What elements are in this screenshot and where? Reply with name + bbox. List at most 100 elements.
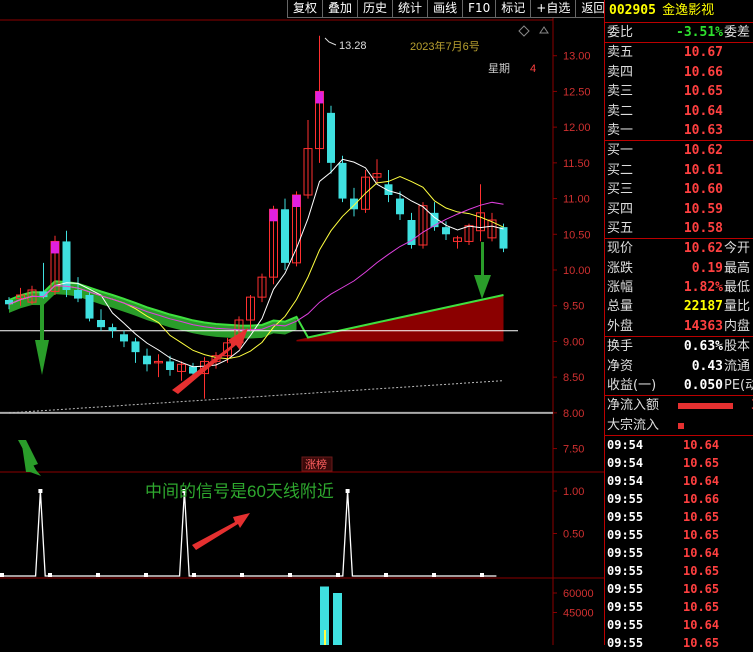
- tick-time: 09:55: [607, 600, 644, 615]
- volume-axis: 60000 45000: [553, 588, 594, 620]
- volume-tick-label: 60000: [563, 588, 594, 600]
- tick-time: 09:54: [607, 438, 644, 453]
- tick-time: 09:55: [607, 492, 644, 507]
- toolbar-button-stats[interactable]: 统计: [392, 0, 428, 18]
- bid-price: 10.58: [683, 220, 723, 236]
- bigorder-row: 大宗流入: [605, 416, 753, 435]
- signal-base-marker: [432, 573, 436, 577]
- price-tick-label: 7.50: [563, 444, 584, 456]
- tick-price: 10.65: [683, 528, 720, 543]
- stat-value: 14363: [683, 318, 723, 334]
- signal-line: [2, 490, 497, 577]
- tick-time: 09:55: [607, 618, 644, 633]
- stat-label: 总量: [607, 299, 634, 315]
- tick-time: 09:55: [607, 636, 644, 651]
- weibi-value: -3.51%: [676, 25, 723, 40]
- flow-label: 净流入额: [607, 398, 660, 414]
- ask-row: 卖五 10.67: [605, 43, 753, 62]
- signal-base-marker: [144, 573, 148, 577]
- stat-label: 涨跌: [607, 260, 634, 276]
- stat-value: 0.19: [691, 260, 723, 276]
- red-arrow-signal: [192, 513, 250, 550]
- high-marker-icon: [324, 37, 337, 46]
- ask-price: 10.63: [683, 122, 723, 138]
- price-tick-label: 10.00: [563, 265, 591, 277]
- ask-label: 卖三: [607, 84, 634, 100]
- toolbar-button-mark[interactable]: 标记: [495, 0, 531, 18]
- stat-value: 10.62: [683, 241, 723, 257]
- highlight-bar: [292, 195, 301, 207]
- candle-body: [120, 334, 128, 342]
- candle-body: [396, 198, 404, 215]
- ask-row: 卖一 10.63: [605, 121, 753, 140]
- candle-body: [97, 320, 105, 328]
- toolbar-button-draw[interactable]: 画线: [427, 0, 463, 18]
- stock-chart[interactable]: 13.00 12.50 12.00 11.50 11.00 10.50 10.00 9.50 9…: [0, 0, 604, 645]
- stat-ext: 流通: [724, 358, 751, 374]
- stat-ext: 今开: [724, 241, 751, 257]
- tick-time: 09:54: [607, 456, 644, 471]
- weekday-label: 星期: [488, 62, 510, 75]
- signal-base-marker: [240, 573, 244, 577]
- stat-label: 外盘: [607, 318, 634, 334]
- tick-row: 09:55 10.64: [605, 616, 753, 634]
- tick-row: 09:55 10.64: [605, 544, 753, 562]
- toolbar-button-restore-rights[interactable]: 复权: [287, 0, 323, 18]
- bigorder-label: 大宗流入: [607, 417, 660, 433]
- ask-label: 卖四: [607, 64, 634, 80]
- moving-average-bands: [0, 280, 553, 414]
- volume-bars: [320, 586, 342, 645]
- ask-price: 10.67: [683, 45, 723, 61]
- price-tick-label: 11.50: [563, 158, 590, 170]
- triangle-icon[interactable]: [539, 26, 549, 34]
- toolbar-button-overlay[interactable]: 叠加: [322, 0, 358, 18]
- stock-code[interactable]: 002905: [609, 3, 656, 18]
- red-arrow-main: [172, 328, 248, 394]
- tick-row: 09:55 10.65: [605, 634, 753, 652]
- tick-price: 10.64: [683, 438, 720, 453]
- candle-body: [131, 341, 140, 353]
- toolbar-button-f10[interactable]: F10: [462, 0, 496, 18]
- ask-price: 10.66: [683, 64, 723, 80]
- toolbar-button-add-watchlist[interactable]: +自选: [530, 0, 576, 18]
- stat-row: 总量 22187 量比: [605, 297, 753, 316]
- signal-base-marker: [48, 573, 52, 577]
- weekday-value: 4: [530, 63, 536, 75]
- bid-label: 买四: [607, 201, 634, 217]
- tick-price: 10.65: [683, 636, 720, 651]
- candle-body: [85, 295, 94, 319]
- green-down-arrow-left: [35, 300, 49, 375]
- weibi-label: 委比: [607, 25, 634, 40]
- stat-label: 涨幅: [607, 280, 634, 296]
- signal-peak-marker: [38, 489, 43, 493]
- highlight-bar: [51, 241, 59, 254]
- flow-bar: [678, 403, 733, 410]
- diamond-icon[interactable]: [518, 25, 530, 37]
- tick-row: 09:55 10.65: [605, 562, 753, 580]
- stat-value: 1.82%: [683, 280, 723, 296]
- signal-base-marker: [480, 573, 484, 577]
- tick-price: 10.66: [683, 492, 720, 507]
- green-down-arrow-right: [474, 242, 491, 299]
- candle-body: [281, 209, 289, 263]
- stat-row: 换手 0.63% 股本: [605, 337, 753, 356]
- volume-tick-label: 45000: [563, 608, 594, 620]
- signal-base-marker: [288, 573, 292, 577]
- bid-label: 买三: [607, 182, 634, 198]
- rank-badge-text: 涨榜: [305, 457, 327, 471]
- stat-value: 0.63%: [683, 339, 723, 355]
- bid-price: 10.59: [683, 201, 723, 217]
- tick-time: 09:55: [607, 546, 644, 561]
- tick-price: 10.64: [683, 618, 720, 633]
- tick-list[interactable]: 09:54 10.64 09:54 10.65 09:54 10.64 09:55 10.66…: [605, 436, 753, 652]
- bid-row: 买五 10.58: [605, 219, 753, 238]
- chart-date: 2023年7月6号: [410, 39, 480, 53]
- price-tick-label: 8.00: [563, 408, 584, 420]
- tick-row: 09:54 10.65: [605, 454, 753, 472]
- toolbar-button-history[interactable]: 历史: [357, 0, 393, 18]
- ask-label: 卖二: [607, 103, 634, 119]
- stock-name[interactable]: 金逸影视: [662, 3, 714, 18]
- stat-ext: PE(动: [724, 378, 753, 394]
- ask-label: 卖五: [607, 45, 634, 61]
- weicha-label: 委差: [724, 25, 751, 40]
